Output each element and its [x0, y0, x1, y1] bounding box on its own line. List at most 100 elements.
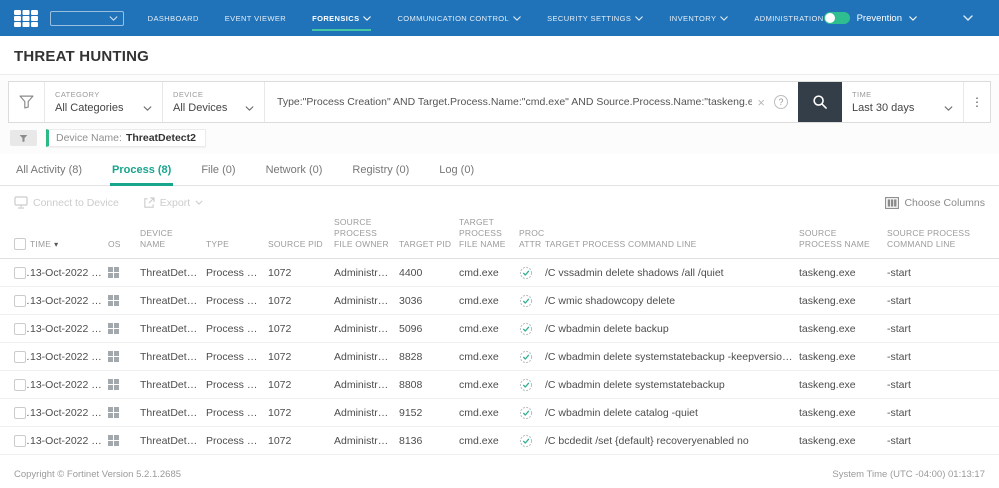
nav-item-administration[interactable]: ADMINISTRATION [754, 9, 823, 28]
col-header-label: SOURCE PID [268, 239, 323, 249]
nav-item-inventory[interactable]: INVENTORY [669, 9, 728, 28]
nav-item-security-settings[interactable]: SECURITY SETTINGS [547, 9, 643, 28]
row-checkbox[interactable] [14, 323, 26, 335]
col-header-source-cmd[interactable]: SOURCE PROCESS COMMAND LINE [887, 213, 999, 259]
process-attribute-verified-icon[interactable] [519, 322, 533, 336]
process-attribute-verified-icon[interactable] [519, 406, 533, 420]
col-header-label: TARGET PROCESS COMMAND LINE [545, 239, 697, 249]
row-checkbox[interactable] [14, 295, 26, 307]
copyright-text: Copyright © Fortinet Version 5.2.1.2685 [14, 469, 181, 480]
cell-source-name: taskeng.exe [799, 343, 887, 371]
cell-target-name: cmd.exe [459, 371, 519, 399]
col-header-owner[interactable]: SOURCE PROCESS FILE OWNER [334, 213, 399, 259]
cell-type: Process Creation [206, 287, 268, 315]
table-row[interactable]: 13-Oct-2022 1...ThreatDetect2Process Cre… [0, 371, 999, 399]
query-input[interactable]: Type:"Process Creation" AND Target.Proce… [265, 82, 752, 122]
cell-source-cmd: -start [887, 371, 999, 399]
cell-target-cmd: /C wbadmin delete backup [545, 315, 799, 343]
user-menu-chevron-icon[interactable] [963, 15, 973, 21]
row-checkbox[interactable] [14, 379, 26, 391]
tab-log-0[interactable]: Log (0) [437, 156, 476, 185]
cell-target-pid: 8828 [399, 343, 459, 371]
clear-query-icon[interactable]: × [752, 96, 770, 109]
cell-target-pid: 8136 [399, 427, 459, 455]
export-button[interactable]: Export [143, 196, 203, 209]
row-checkbox[interactable] [14, 407, 26, 419]
col-header-os[interactable]: OS [108, 213, 140, 259]
filter-bar: CATEGORY All Categories DEVICE All Devic… [8, 81, 991, 123]
windows-os-icon [108, 435, 119, 446]
chevron-down-icon [143, 106, 152, 111]
filter-chip-threatdetect2[interactable]: Device Name:ThreatDetect2 [46, 129, 206, 147]
nav-item-communication-control[interactable]: COMMUNICATION CONTROL [397, 9, 521, 28]
process-attribute-verified-icon[interactable] [519, 434, 533, 448]
col-header-type[interactable]: TYPE [206, 213, 268, 259]
select-all-checkbox[interactable] [14, 238, 26, 250]
nav-item-dashboard[interactable]: DASHBOARD [148, 9, 199, 28]
chevron-down-icon [720, 16, 728, 21]
table-toolbar: Connect to Device Export Choose Columns [0, 186, 999, 213]
process-attribute-verified-icon[interactable] [519, 266, 533, 280]
table-row[interactable]: 13-Oct-2022 1...ThreatDetect2Process Cre… [0, 343, 999, 371]
tab-file-0[interactable]: File (0) [199, 156, 237, 185]
search-button[interactable] [798, 82, 842, 122]
monitor-icon [14, 196, 28, 209]
col-header-source-pid[interactable]: SOURCE PID [268, 213, 334, 259]
tab-registry-0[interactable]: Registry (0) [350, 156, 411, 185]
table-row[interactable]: 13-Oct-2022 1...ThreatDetect2Process Cre… [0, 315, 999, 343]
choose-columns-button[interactable]: Choose Columns [885, 197, 985, 209]
cell-select [0, 259, 30, 287]
col-header-device[interactable]: DEVICE NAME [140, 213, 206, 259]
toggle-on-icon[interactable] [824, 12, 850, 24]
cell-target-name: cmd.exe [459, 287, 519, 315]
device-dropdown[interactable]: DEVICE All Devices [163, 82, 265, 122]
nav-item-forensics[interactable]: FORENSICS [312, 9, 371, 28]
connect-to-device-button[interactable]: Connect to Device [14, 196, 119, 209]
col-header-time[interactable]: TIME▾ [30, 213, 108, 259]
query-help-icon[interactable]: ? [774, 95, 788, 109]
prevention-mode-toggle[interactable]: Prevention [824, 12, 917, 24]
tab-network-0[interactable]: Network (0) [264, 156, 325, 185]
cell-select [0, 399, 30, 427]
row-checkbox[interactable] [14, 435, 26, 447]
cell-time: 13-Oct-2022 1... [30, 315, 108, 343]
cell-source-name: taskeng.exe [799, 259, 887, 287]
col-header-target-name[interactable]: TARGET PROCESS FILE NAME [459, 213, 519, 259]
cell-source-owner: Administrators [334, 287, 399, 315]
windows-os-icon [108, 407, 119, 418]
cell-source-pid: 1072 [268, 371, 334, 399]
table-row[interactable]: 13-Oct-2022 1...ThreatDetect2Process Cre… [0, 427, 999, 455]
table-row[interactable]: 13-Oct-2022 1...ThreatDetect2Process Cre… [0, 287, 999, 315]
category-dropdown[interactable]: CATEGORY All Categories [45, 82, 163, 122]
chevron-down-icon [944, 106, 953, 111]
org-scope-select[interactable] [50, 11, 124, 26]
tab-all-activity-8[interactable]: All Activity (8) [14, 156, 84, 185]
col-header-target-cmd[interactable]: TARGET PROCESS COMMAND LINE [545, 213, 799, 259]
tab-process-8[interactable]: Process (8) [110, 156, 173, 185]
applied-filter-funnel-button[interactable] [10, 130, 37, 146]
more-options-icon[interactable]: ⋮ [964, 82, 990, 122]
cell-source-pid: 1072 [268, 343, 334, 371]
process-attribute-verified-icon[interactable] [519, 378, 533, 392]
cell-proc-attr [519, 343, 545, 371]
time-range-dropdown[interactable]: TIME Last 30 days [842, 82, 964, 122]
cell-type: Process Creation [206, 259, 268, 287]
process-attribute-verified-icon[interactable] [519, 294, 533, 308]
col-header-target-pid[interactable]: TARGET PID [399, 213, 459, 259]
cell-proc-attr [519, 315, 545, 343]
col-header-attr[interactable]: PROC ATTR [519, 213, 545, 259]
cell-device-name: ThreatDetect2 [140, 427, 206, 455]
col-header-source-name[interactable]: SOURCE PROCESS NAME [799, 213, 887, 259]
cell-time: 13-Oct-2022 1... [30, 427, 108, 455]
table-row[interactable]: 13-Oct-2022 1...ThreatDetect2Process Cre… [0, 399, 999, 427]
process-attribute-verified-icon[interactable] [519, 350, 533, 364]
nav-item-event-viewer[interactable]: EVENT VIEWER [225, 9, 286, 28]
cell-source-cmd: -start [887, 287, 999, 315]
table-row[interactable]: 13-Oct-2022 1...ThreatDetect2Process Cre… [0, 259, 999, 287]
windows-os-icon [108, 323, 119, 334]
time-label: TIME [852, 90, 953, 99]
applied-filters-row: Device Name:ThreatDetect2 [8, 123, 991, 154]
row-checkbox[interactable] [14, 351, 26, 363]
cell-target-name: cmd.exe [459, 315, 519, 343]
row-checkbox[interactable] [14, 267, 26, 279]
